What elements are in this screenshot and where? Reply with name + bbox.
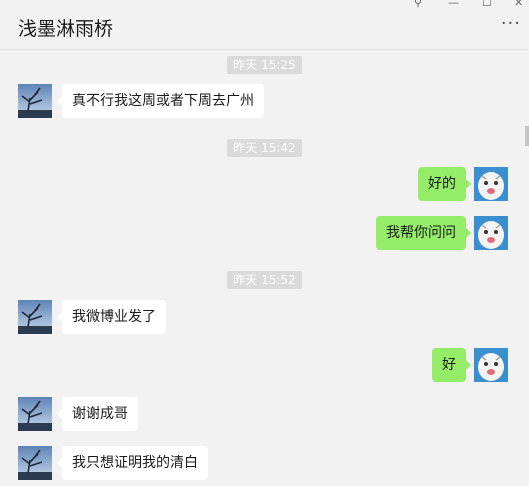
maximize-icon[interactable]: ☐ xyxy=(482,0,492,9)
tree-avatar-image xyxy=(18,84,52,118)
minimize-icon[interactable]: — xyxy=(448,0,459,9)
white-tiger-avatar-image xyxy=(474,348,508,382)
white-tiger-avatar[interactable] xyxy=(474,167,508,201)
tree-avatar[interactable] xyxy=(18,397,52,431)
message-row: 好 xyxy=(0,348,529,384)
timestamp-row: 昨天 15:42 xyxy=(0,137,529,157)
tree-avatar-image xyxy=(18,446,52,480)
message-bubble[interactable]: 好 xyxy=(432,348,471,382)
message-row: 我微博业发了 xyxy=(0,300,529,336)
tree-avatar[interactable] xyxy=(18,300,52,334)
timestamp-row: 昨天 15:52 xyxy=(0,269,529,289)
message-bubble[interactable]: 谢谢成哥 xyxy=(57,397,138,431)
chat-title: 浅墨淋雨桥 xyxy=(18,18,114,40)
message-bubble[interactable]: 真不行我这周或者下周去广州 xyxy=(57,84,264,118)
chat-header: 浅墨淋雨桥 ⚲ — ☐ ✕ ··· xyxy=(0,0,529,50)
message-row: 真不行我这周或者下周去广州 xyxy=(0,84,529,120)
message-row: 我帮你问问 xyxy=(0,216,529,252)
message-row: 谢谢成哥 xyxy=(0,397,529,433)
timestamp: 昨天 15:52 xyxy=(227,271,302,289)
message-bubble[interactable]: 我只想证明我的清白 xyxy=(57,446,208,480)
tree-avatar[interactable] xyxy=(18,84,52,118)
timestamp: 昨天 15:25 xyxy=(227,56,302,74)
pin-icon[interactable]: ⚲ xyxy=(414,0,422,9)
white-tiger-avatar-image xyxy=(474,167,508,201)
more-options-icon[interactable]: ··· xyxy=(501,14,521,34)
timestamp-row: 昨天 15:25 xyxy=(0,54,529,74)
message-row: 我只想证明我的清白 xyxy=(0,446,529,482)
message-row: 好的 xyxy=(0,167,529,203)
white-tiger-avatar[interactable] xyxy=(474,348,508,382)
message-bubble[interactable]: 好的 xyxy=(418,167,471,201)
white-tiger-avatar-image xyxy=(474,216,508,250)
tree-avatar-image xyxy=(18,397,52,431)
tree-avatar-image xyxy=(18,300,52,334)
message-bubble[interactable]: 我微博业发了 xyxy=(57,300,166,334)
tree-avatar[interactable] xyxy=(18,446,52,480)
close-icon[interactable]: ✕ xyxy=(514,0,523,9)
timestamp: 昨天 15:42 xyxy=(227,139,302,157)
white-tiger-avatar[interactable] xyxy=(474,216,508,250)
message-bubble[interactable]: 我帮你问问 xyxy=(376,216,471,250)
